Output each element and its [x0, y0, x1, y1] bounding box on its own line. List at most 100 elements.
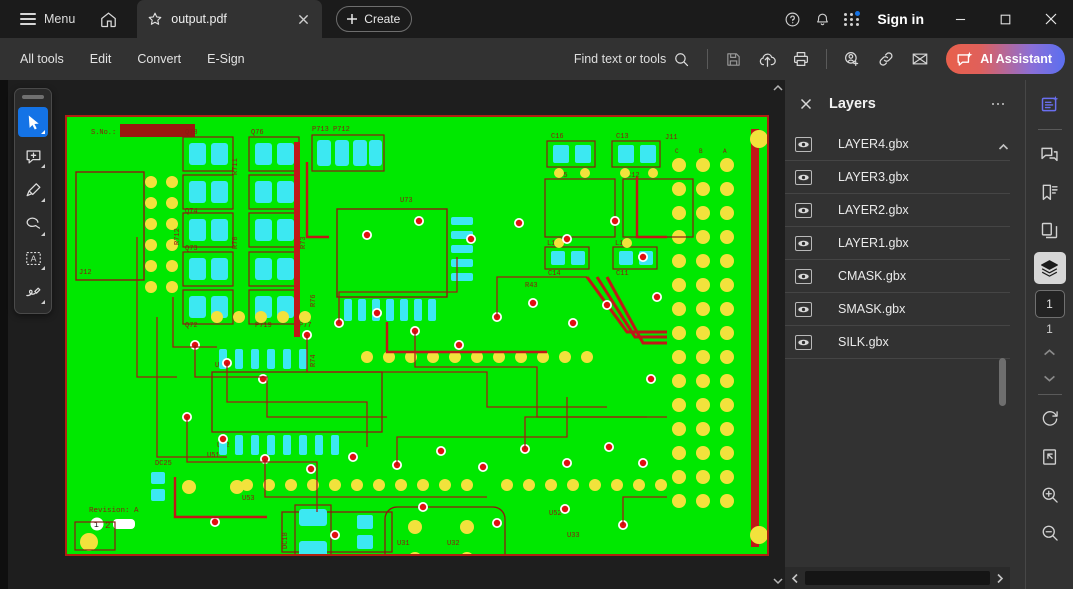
layer-visibility-toggle[interactable] [795, 136, 812, 152]
fit-page-button[interactable] [1034, 441, 1066, 473]
star-icon[interactable] [147, 11, 163, 27]
app-grid-icon [844, 11, 861, 26]
help-button[interactable] [777, 4, 807, 34]
previous-page-button[interactable] [1035, 339, 1065, 365]
sign-tool-button[interactable] [18, 277, 48, 307]
doc-scroll-track[interactable] [771, 96, 785, 573]
maximize-icon [1000, 14, 1011, 24]
close-window-button[interactable] [1028, 0, 1073, 38]
svg-text:U32: U32 [447, 540, 460, 548]
tab-close-button[interactable] [294, 10, 312, 28]
svg-text:U51: U51 [207, 452, 220, 460]
draw-tool-button[interactable] [18, 209, 48, 239]
toolbar-drag-handle[interactable] [22, 95, 44, 99]
menu-convert[interactable]: Convert [125, 45, 193, 73]
add-comment-tool-button[interactable] [18, 141, 48, 171]
ai-document-icon [1041, 95, 1059, 111]
layers-horizontal-scrollbar[interactable] [785, 567, 1010, 589]
text-select-tool-button[interactable]: A [18, 243, 48, 273]
layers-vertical-scrollbar[interactable] [996, 138, 1010, 589]
create-button[interactable]: Create [336, 6, 413, 32]
layer-visibility-toggle[interactable] [795, 268, 812, 284]
layer-visibility-toggle[interactable] [795, 235, 812, 251]
toolbar-separator-2 [826, 49, 828, 69]
layers-panel-header: Layers [785, 80, 1025, 128]
layers-scroll-thumb[interactable] [999, 358, 1006, 406]
toolbar-separator-1 [707, 49, 709, 69]
bell-icon [816, 13, 828, 25]
layer-name: CMASK.gbx [838, 269, 907, 283]
copy-link-button[interactable] [870, 44, 902, 74]
apps-button[interactable] [837, 4, 867, 34]
close-panel-button[interactable] [793, 91, 819, 117]
annotation-toolbar[interactable]: A [14, 88, 52, 314]
page-number-input[interactable]: 1 [1034, 290, 1065, 318]
layer-list[interactable]: LAYER4.gbx LAYER3.gbx LAYER2.gbx LAYER1.… [785, 128, 1010, 560]
sign-pen-icon [25, 287, 40, 296]
minimize-button[interactable] [938, 0, 983, 38]
left-edge-strip [0, 80, 8, 589]
mail-icon [912, 53, 928, 65]
notifications-button[interactable] [807, 4, 837, 34]
save-button[interactable] [717, 44, 749, 74]
email-button[interactable] [904, 44, 936, 74]
layers-button[interactable] [1033, 252, 1066, 284]
layer-row[interactable]: CMASK.gbx [785, 260, 1010, 293]
cloud-upload-button[interactable] [751, 44, 783, 74]
minimize-icon [955, 18, 966, 20]
total-pages-label: 1 [1046, 322, 1053, 336]
more-options-icon [991, 102, 995, 106]
layer-row[interactable]: LAYER1.gbx [785, 227, 1010, 260]
menu-edit[interactable]: Edit [78, 45, 124, 73]
find-button[interactable]: Find text or tools [566, 46, 698, 73]
print-button[interactable] [785, 44, 817, 74]
page-thumbnails-button[interactable] [1034, 214, 1066, 246]
layer-visibility-toggle[interactable] [795, 169, 812, 185]
share-button[interactable] [836, 44, 868, 74]
layer-name: LAYER1.gbx [838, 236, 909, 250]
rail-separator [1037, 129, 1062, 130]
bookmarks-button[interactable] [1034, 176, 1066, 208]
document-tab[interactable]: output.pdf [137, 0, 323, 38]
menu-all-tools[interactable]: All tools [8, 45, 76, 73]
panel-options-button[interactable] [985, 92, 1011, 116]
menu-e-sign[interactable]: E-Sign [195, 45, 257, 73]
doc-scroll-down-button[interactable] [771, 573, 785, 589]
select-tool-button[interactable] [18, 107, 48, 137]
ai-summary-button[interactable] [1034, 88, 1066, 120]
zoom-out-button[interactable] [1034, 517, 1066, 549]
layer-row[interactable]: LAYER4.gbx [785, 128, 1010, 161]
highlight-tool-button[interactable] [18, 175, 48, 205]
zoom-in-button[interactable] [1034, 479, 1066, 511]
layer-visibility-toggle[interactable] [795, 334, 812, 350]
layer-row[interactable]: LAYER3.gbx [785, 161, 1010, 194]
maximize-button[interactable] [983, 0, 1028, 38]
layers-scroll-right-button[interactable] [990, 567, 1010, 589]
svg-text:DC25: DC25 [155, 460, 172, 468]
layers-scroll-up-button[interactable] [996, 138, 1010, 156]
sign-in-button[interactable]: Sign in [867, 11, 938, 27]
layer-row[interactable]: LAYER2.gbx [785, 194, 1010, 227]
layer-row[interactable]: SMASK.gbx [785, 293, 1010, 326]
rotate-button[interactable] [1034, 403, 1066, 435]
main-menu-button[interactable]: Menu [12, 6, 83, 32]
layers-scroll-left-button[interactable] [785, 567, 805, 589]
doc-scroll-up-button[interactable] [771, 80, 785, 96]
svg-text:Q76: Q76 [251, 129, 264, 137]
ai-assistant-button[interactable]: AI Assistant [946, 44, 1065, 74]
layers-hscroll-track[interactable] [805, 571, 990, 585]
document-viewport[interactable]: S.No.: J12 Q78 Q76 Q74 Q73 Q72 P719 P77 … [8, 80, 771, 589]
next-page-button[interactable] [1035, 365, 1065, 391]
save-icon [726, 52, 740, 66]
chevron-left-icon [791, 573, 798, 583]
comment-icon [1041, 147, 1058, 161]
layer-visibility-toggle[interactable] [795, 301, 812, 317]
layer-name: LAYER3.gbx [838, 170, 909, 184]
document-vertical-scrollbar[interactable] [771, 80, 785, 589]
layer-visibility-toggle[interactable] [795, 202, 812, 218]
home-button[interactable] [91, 2, 125, 36]
svg-text:B: B [699, 148, 703, 155]
panel-title: Layers [829, 96, 876, 112]
layer-row[interactable]: SILK.gbx [785, 326, 1010, 359]
comments-button[interactable] [1034, 138, 1066, 170]
